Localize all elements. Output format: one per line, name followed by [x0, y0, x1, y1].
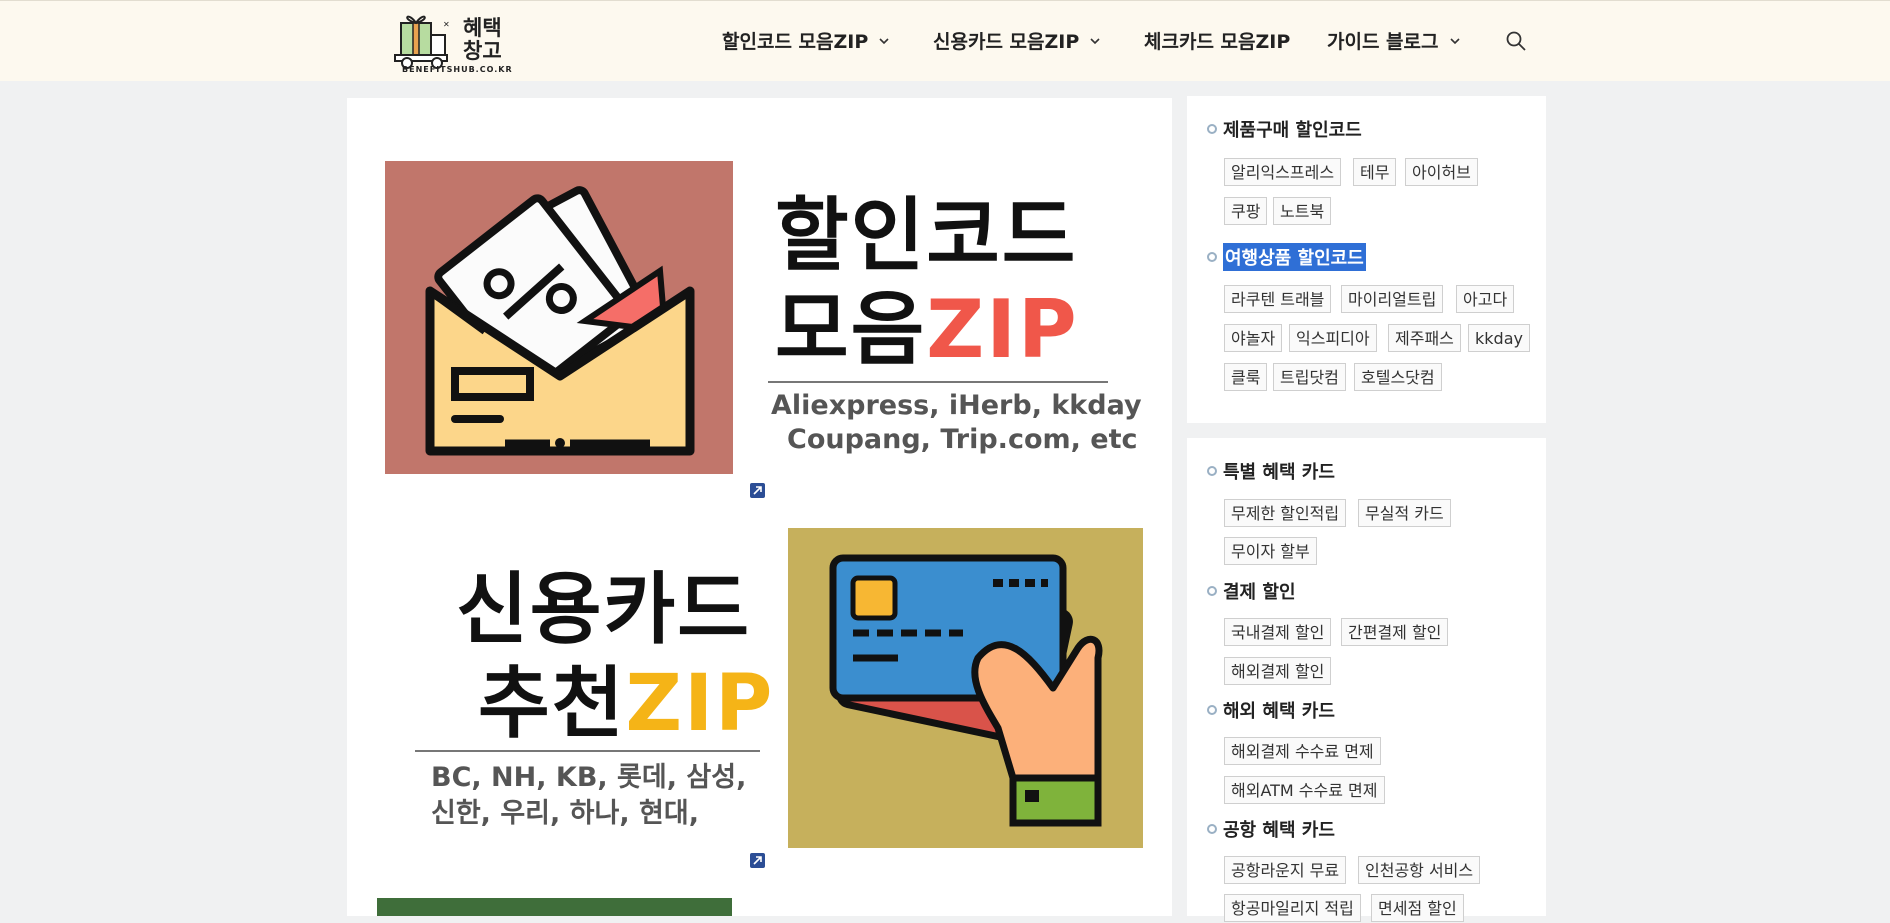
main-content: 할인코드 모음ZIP Aliexpress, iHerb, kkday Coup… [347, 98, 1172, 916]
section-title-special-cards[interactable]: 특별 혜택 카드 [1207, 458, 1335, 484]
bullet-icon [1207, 124, 1217, 134]
logo-text-line1: 혜택 [463, 16, 502, 40]
tag-iherb[interactable]: 아이허브 [1405, 158, 1478, 186]
banner-divider [415, 750, 760, 752]
tag-laptop[interactable]: 노트북 [1273, 197, 1332, 225]
chevron-down-icon [1449, 37, 1460, 44]
banner-title-accent: ZIP [926, 283, 1079, 376]
section-title-airport-cards[interactable]: 공항 혜택 카드 [1207, 816, 1335, 842]
nav-label: 체크카드 모음ZIP [1144, 31, 1291, 53]
tag-atm-fee-waiver[interactable]: 해외ATM 수수료 면제 [1224, 776, 1385, 804]
tag-domestic-payment[interactable]: 국내결제 할인 [1224, 618, 1332, 646]
nav-label: 신용카드 모음ZIP [933, 31, 1080, 53]
bullet-icon [1207, 586, 1217, 596]
svg-text:✕: ✕ [443, 20, 450, 29]
tag-tripcom[interactable]: 트립닷컴 [1273, 363, 1346, 391]
banner-divider [768, 381, 1108, 383]
banner-title: 신용카드 추천ZIP [456, 563, 774, 751]
tag-coupang[interactable]: 쿠팡 [1224, 197, 1268, 225]
discount-coupon-envelope-image [385, 161, 733, 474]
section-title-product-codes[interactable]: 제품구매 할인코드 [1207, 116, 1362, 142]
search-icon[interactable] [1505, 30, 1527, 52]
external-link-icon[interactable] [750, 483, 765, 498]
chevron-down-icon [1090, 37, 1100, 44]
tag-overseas-fee-waiver[interactable]: 해외결제 수수료 면제 [1224, 737, 1381, 765]
banner-subtitle: Aliexpress, iHerb, kkday Coupang, Trip.c… [771, 389, 1142, 457]
banner-title-prefix: 모음 [775, 283, 927, 376]
tag-no-spend-card[interactable]: 무실적 카드 [1358, 499, 1451, 527]
nav-item-check-cards[interactable]: 체크카드 모음ZIP [1144, 27, 1290, 54]
logo-domain: BENEFITSHUB.CO.KR [402, 65, 513, 74]
banner-title-accent: ZIP [625, 659, 775, 749]
nav-item-guide-blog[interactable]: 가이드 블로그 [1327, 27, 1461, 54]
tag-jejupass[interactable]: 제주패스 [1388, 324, 1461, 352]
section-title-overseas-cards[interactable]: 해외 혜택 카드 [1207, 697, 1335, 723]
tag-aliexpress[interactable]: 알리익스프레스 [1224, 158, 1342, 186]
banner-title: 할인코드 모음ZIP [775, 189, 1079, 377]
tag-unlimited-rewards[interactable]: 무제한 할인적립 [1224, 499, 1347, 527]
chevron-down-icon [879, 37, 889, 44]
banner-title-prefix: 추천 [478, 659, 626, 749]
tag-easy-payment[interactable]: 간편결제 할인 [1341, 618, 1449, 646]
logo-wordmark: 혜택 창고 [463, 17, 502, 63]
banner-title-line2: 추천ZIP [456, 657, 774, 751]
tag-rakuten-travel[interactable]: 라쿠텐 트래블 [1224, 285, 1332, 313]
tag-interest-free[interactable]: 무이자 할부 [1224, 537, 1317, 565]
nav-item-credit-cards[interactable]: 신용카드 모음ZIP [933, 27, 1101, 54]
tag-overseas-payment[interactable]: 해외결제 할인 [1224, 657, 1332, 685]
tag-kkday[interactable]: kkday [1468, 324, 1530, 352]
bullet-icon [1207, 252, 1217, 262]
sidebar-widget-card-benefits: 특별 혜택 카드 무제한 할인적립 무실적 카드 무이자 할부 결제 할인 국내… [1187, 438, 1546, 922]
site-logo[interactable]: ✕ 혜택 창고 BENEFITSHUB.CO.KR [393, 7, 513, 79]
section-title-label: 특별 혜택 카드 [1223, 462, 1335, 483]
logo-text-line2: 창고 [463, 39, 502, 63]
tag-airline-miles[interactable]: 항공마일리지 적립 [1224, 894, 1361, 922]
banner-subtitle-line1: Aliexpress, iHerb, kkday [771, 390, 1142, 421]
section-title-label: 결제 할인 [1223, 582, 1296, 603]
tag-agoda[interactable]: 아고다 [1456, 285, 1515, 313]
nav-item-discount-codes[interactable]: 할인코드 모음ZIP [722, 27, 890, 54]
tag-airport-lounge[interactable]: 공항라운지 무료 [1224, 856, 1347, 884]
nav-label: 할인코드 모음ZIP [722, 31, 869, 53]
section-title-label: 해외 혜택 카드 [1223, 701, 1335, 722]
tag-yanolja[interactable]: 야놀자 [1224, 324, 1283, 352]
section-title-label: 공항 혜택 카드 [1223, 820, 1335, 841]
section-title-payment-discounts[interactable]: 결제 할인 [1207, 578, 1296, 604]
nav-label: 가이드 블로그 [1327, 31, 1439, 53]
section-title-label: 제품구매 할인코드 [1223, 120, 1362, 141]
banner-subtitle-line2: 신한, 우리, 하나, 현대, [431, 798, 699, 829]
tag-duty-free[interactable]: 면세점 할인 [1371, 894, 1464, 922]
tag-temu[interactable]: 테무 [1353, 158, 1397, 186]
credit-card-hand-image [788, 528, 1143, 848]
tag-hotelscom[interactable]: 호텔스닷컴 [1354, 363, 1442, 391]
bullet-icon [1207, 824, 1217, 834]
banner-subtitle: BC, NH, KB, 롯데, 삼성, 신한, 우리, 하나, 현대, [431, 760, 746, 832]
external-link-icon[interactable] [750, 853, 765, 868]
banner-title-line1: 신용카드 [456, 565, 752, 655]
sidebar-widget-discount-codes: 제품구매 할인코드 알리익스프레스 테무 아이허브 쿠팡 노트북 여행상품 할인… [1187, 96, 1546, 423]
banner-title-line2: 모음ZIP [775, 283, 1079, 377]
banner-subtitle-line1: BC, NH, KB, 롯데, 삼성, [431, 762, 747, 793]
banner-title-line1: 할인코드 [775, 189, 1078, 282]
banner-discount-codes[interactable]: 할인코드 모음ZIP Aliexpress, iHerb, kkday Coup… [385, 161, 1145, 476]
banner-next-partial[interactable] [377, 898, 732, 916]
bullet-icon [1207, 466, 1217, 476]
banner-credit-cards[interactable]: 신용카드 추천ZIP BC, NH, KB, 롯데, 삼성, 신한, 우리, 하… [385, 528, 1145, 848]
bullet-icon [1207, 705, 1217, 715]
section-title-label: 여행상품 할인코드 [1223, 243, 1366, 271]
tag-klook[interactable]: 클룩 [1224, 363, 1268, 391]
banner-subtitle-line2: Coupang, Trip.com, etc [787, 424, 1138, 455]
tag-expedia[interactable]: 익스피디아 [1289, 324, 1377, 352]
tag-incheon-airport[interactable]: 인천공항 서비스 [1358, 856, 1481, 884]
site-header: ✕ 혜택 창고 BENEFITSHUB.CO.KR 할인코드 모음ZIP 신용카… [0, 0, 1890, 81]
tag-myrealtrip[interactable]: 마이리얼트립 [1341, 285, 1444, 313]
section-title-travel-codes[interactable]: 여행상품 할인코드 [1207, 243, 1366, 271]
